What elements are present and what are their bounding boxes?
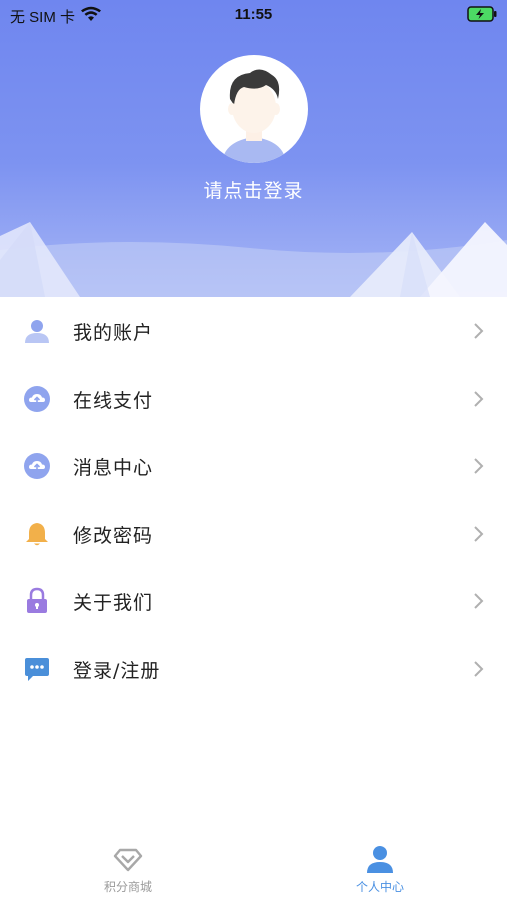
- menu-item-my-account[interactable]: 我的账户: [0, 297, 507, 365]
- menu-item-label: 修改密码: [73, 524, 154, 547]
- chevron-right-icon: [474, 661, 484, 677]
- chevron-right-icon: [474, 323, 484, 339]
- menu-item-label: 在线支付: [73, 389, 154, 412]
- chevron-right-icon: [474, 593, 484, 610]
- person-icon: [367, 846, 393, 873]
- chevron-right-icon: [474, 526, 484, 542]
- menu-item-message-center[interactable]: 消息中心: [0, 432, 507, 500]
- lock-icon: [27, 588, 47, 614]
- tab-label: 个人中心: [355, 880, 404, 894]
- cloud-upload-icon: [24, 385, 50, 412]
- default-avatar-icon: [222, 69, 286, 163]
- tab-label: 积分商城: [103, 880, 152, 894]
- menu-item-change-password[interactable]: 修改密码: [0, 500, 507, 568]
- chevron-right-icon: [474, 390, 484, 407]
- tab-points-mall[interactable]: 积分商城: [68, 844, 188, 896]
- tab-bar: 积分商城 个人中心: [0, 838, 507, 900]
- clock-time: 11:55: [234, 6, 273, 23]
- menu-item-login-register[interactable]: 登录/注册: [0, 635, 507, 703]
- cloud-upload-icon: [24, 453, 50, 480]
- battery-charging-icon: [467, 6, 497, 22]
- user-icon: [25, 320, 49, 343]
- profile-header: 无 SIM 卡 11:55 请点击登录: [0, 0, 507, 297]
- status-bar: 无 SIM 卡 11:55: [0, 0, 507, 30]
- chat-icon: [25, 657, 49, 681]
- menu-item-about-us[interactable]: 关于我们: [0, 567, 507, 635]
- tab-personal-center[interactable]: 个人中心: [320, 844, 440, 896]
- menu-item-label: 消息中心: [73, 457, 154, 480]
- menu-item-label: 关于我们: [73, 592, 154, 615]
- menu-item-label: 登录/注册: [73, 659, 161, 682]
- chevron-right-icon: [474, 458, 484, 474]
- login-prompt[interactable]: 请点击登录: [0, 176, 507, 203]
- diamond-icon: [113, 848, 143, 872]
- menu-item-online-payment[interactable]: 在线支付: [0, 365, 507, 433]
- avatar[interactable]: [200, 55, 308, 163]
- bell-icon: [26, 522, 48, 546]
- menu-item-label: 我的账户: [73, 322, 154, 344]
- menu-list: 我的账户 在线支付 消息中心 修改密码 关于我们 登录/注册: [0, 297, 507, 703]
